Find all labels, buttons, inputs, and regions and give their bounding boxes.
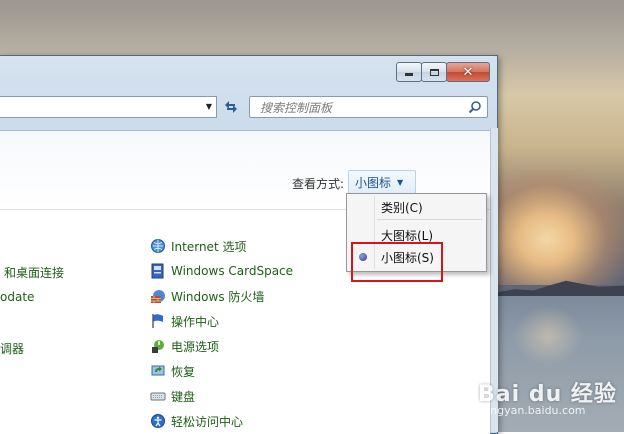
control-panel-item-keyboard[interactable]: 键盘 xyxy=(150,386,195,406)
item-label: 操作中心 xyxy=(171,314,220,329)
control-panel-item-internet-options[interactable]: Internet 选项 xyxy=(150,236,246,256)
item-label: Windows CardSpace xyxy=(171,264,294,278)
address-bar[interactable]: ▼ xyxy=(0,96,217,118)
cardspace-icon xyxy=(151,263,164,279)
menu-separator xyxy=(377,219,482,220)
item-label: 键盘 xyxy=(171,389,196,404)
minimize-icon xyxy=(405,73,413,76)
power-options-icon xyxy=(152,340,164,353)
view-by-dropdown[interactable]: 小图标 ▼ xyxy=(348,170,416,194)
control-panel-item-power-options[interactable]: 电源选项 xyxy=(150,336,219,356)
maximize-button[interactable] xyxy=(421,62,447,82)
item-label: Windows 防火墙 xyxy=(171,289,265,304)
item-label: 轻松访问中心 xyxy=(171,414,244,429)
minimize-button[interactable] xyxy=(396,62,422,82)
control-panel-item-action-center[interactable]: 操作中心 xyxy=(150,311,219,331)
control-panel-item-ease-of-access[interactable]: 轻松访问中心 xyxy=(150,411,243,431)
watermark-url: jingyan.baidu.com xyxy=(484,404,586,417)
internet-options-icon xyxy=(151,239,165,253)
ease-of-access-icon xyxy=(151,414,165,428)
refresh-button[interactable] xyxy=(220,96,242,118)
sunset-glow xyxy=(495,170,624,285)
item-label: Internet 选项 xyxy=(171,239,247,254)
item-label: 电源选项 xyxy=(171,339,220,354)
close-button[interactable]: ✕ xyxy=(446,62,490,82)
refresh-icon xyxy=(225,101,237,113)
maximize-icon xyxy=(429,68,439,76)
recovery-icon xyxy=(151,365,165,376)
control-panel-item-cardspace[interactable]: Windows CardSpace xyxy=(150,261,293,281)
content-pane: 查看方式: 小图标 ▼ xyxy=(0,130,490,434)
search-input[interactable] xyxy=(258,98,462,118)
list-item[interactable]: 调器 xyxy=(0,340,24,357)
item-label: 恢复 xyxy=(171,364,196,379)
highlight-box xyxy=(351,242,443,282)
close-icon: ✕ xyxy=(462,64,474,80)
action-center-flag-icon xyxy=(152,314,163,328)
control-panel-item-recovery[interactable]: 恢复 xyxy=(150,361,195,381)
firewall-icon xyxy=(151,290,165,303)
list-item[interactable]: 和桌面连接 xyxy=(4,264,64,281)
baidu-jingyan-watermark: Bai du 经验 jingyan.baidu.com xyxy=(476,376,624,432)
chevron-down-icon[interactable]: ▼ xyxy=(206,102,212,111)
list-item[interactable]: odate xyxy=(0,290,34,304)
search-icon[interactable] xyxy=(468,100,482,114)
view-by-label: 查看方式: xyxy=(292,177,345,191)
menu-item-category[interactable]: 类别(C) xyxy=(349,196,484,218)
control-panel-item-firewall[interactable]: Windows 防火墙 xyxy=(150,286,264,306)
keyboard-icon xyxy=(150,392,166,401)
search-box[interactable] xyxy=(249,96,488,118)
chevron-down-icon: ▼ xyxy=(397,177,404,187)
view-by-current: 小图标 xyxy=(355,175,392,190)
menu-item-label: 大图标(L) xyxy=(381,228,434,243)
window-controls: ✕ xyxy=(396,62,490,82)
menu-item-label: 类别(C) xyxy=(381,200,423,215)
